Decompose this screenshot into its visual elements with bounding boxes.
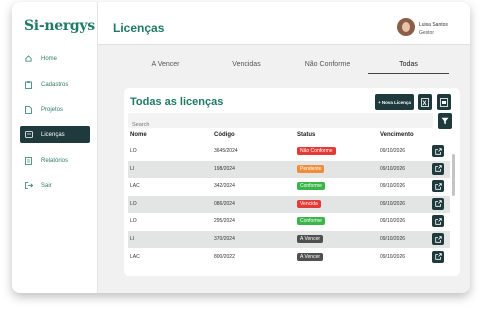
brand-logo: Si-nergys: [24, 18, 95, 34]
column-header-codigo: Código: [214, 132, 235, 138]
external-link-icon: [434, 218, 442, 225]
tab-vencidas[interactable]: Vencidas: [206, 60, 287, 74]
licenses-card: Todas as licenças + Nova Licença X Searc…: [124, 88, 460, 276]
table-row[interactable]: LAC 800/2022 A Vencer 09/10/2026: [128, 249, 450, 266]
sidebar-item-label: Relatórios: [41, 157, 69, 164]
open-license-button[interactable]: [432, 233, 444, 245]
cell-nome: LAC: [130, 253, 140, 260]
sidebar-item-label: Projetos: [41, 106, 64, 113]
scrollbar-thumb[interactable]: [452, 154, 455, 196]
cell-nome: LO: [130, 200, 137, 207]
cell-vencimento: 09/10/2026: [380, 165, 406, 172]
cell-vencimento: 09/10/2026: [380, 183, 406, 190]
user-name: Luisa Santos: [419, 22, 448, 28]
open-license-button[interactable]: [432, 215, 444, 228]
cell-nome: LI: [130, 236, 135, 242]
cell-codigo: 086/2024: [214, 200, 235, 207]
search-bar: [128, 113, 433, 133]
sidebar: Si-nergys Home Cadastros Projetos Licenças R…: [12, 2, 98, 293]
export-pdf-button[interactable]: [437, 94, 451, 110]
external-link-icon: [434, 235, 442, 243]
cell-vencimento: 09/10/2026: [380, 148, 406, 154]
app-window: Si-nergys Home Cadastros Projetos Licenças R…: [12, 2, 470, 293]
status-tabs: A Vencer Vencidas Não Conforme Todas: [125, 60, 449, 74]
external-link-icon: [434, 165, 442, 172]
cell-nome: LO: [130, 218, 137, 225]
open-license-button[interactable]: [432, 180, 444, 193]
new-license-button[interactable]: + Nova Licença: [375, 94, 414, 110]
table-row[interactable]: LI 370/2024 A Vencer 09/10/2026: [128, 231, 450, 248]
sidebar-item-home[interactable]: Home: [20, 50, 90, 67]
cell-vencimento: 09/10/2026: [380, 236, 406, 242]
column-header-nome: Nome: [130, 132, 147, 138]
avatar[interactable]: [397, 18, 415, 36]
column-header-vencimento: Vencimento: [380, 132, 414, 138]
sidebar-item-cadastros[interactable]: Cadastros: [20, 76, 90, 93]
export-excel-button[interactable]: X: [418, 94, 432, 110]
main-area: Licenças Luisa Santos Gestor A Vencer Ve…: [98, 2, 470, 293]
cell-nome: LO: [130, 148, 137, 154]
status-badge: A Vencer: [297, 252, 324, 261]
pdf-icon: [440, 97, 448, 107]
cell-codigo: 800/2022: [214, 253, 235, 260]
cell-nome: LI: [130, 165, 135, 172]
search-input[interactable]: [128, 117, 433, 133]
table-row[interactable]: LO 086/2024 Vencida 09/10/2026: [128, 195, 450, 213]
open-license-button[interactable]: [432, 162, 444, 175]
clipboard-icon: [25, 80, 35, 89]
top-bar: Licenças Luisa Santos Gestor: [98, 2, 470, 45]
open-license-button[interactable]: [432, 197, 444, 210]
cell-codigo: 370/2024: [214, 236, 235, 242]
sidebar-item-label: Licenças: [41, 131, 65, 138]
filter-button[interactable]: [438, 113, 452, 129]
cell-nome: LAC: [130, 183, 140, 190]
sidebar-item-sair[interactable]: Sair: [20, 177, 90, 194]
cell-codigo: 342/2024: [214, 183, 235, 190]
sidebar-item-licencas[interactable]: Licenças: [20, 126, 90, 143]
report-icon: [25, 156, 35, 165]
sidebar-item-projetos[interactable]: Projetos: [20, 101, 90, 118]
column-header-status: Status: [297, 132, 316, 138]
external-link-icon: [434, 200, 442, 207]
external-link-icon: [434, 147, 442, 155]
home-icon: [25, 55, 35, 62]
table-row[interactable]: LI 198/2024 Pendente 09/10/2026: [128, 160, 450, 178]
cell-vencimento: 09/10/2026: [380, 253, 406, 260]
card-title: Todas as licenças: [130, 96, 224, 108]
status-badge: A Vencer: [297, 235, 324, 243]
table-row[interactable]: LAC 342/2024 Conforme 09/10/2026: [128, 178, 450, 195]
page-title: Licenças: [113, 21, 165, 35]
status-badge: Pendente: [297, 164, 325, 173]
tab-nao-conforme[interactable]: Não Conforme: [287, 60, 368, 74]
table-row[interactable]: LO 3645/2024 Não Conforme 09/10/2026: [128, 143, 450, 160]
logout-icon: [25, 182, 35, 189]
open-license-button[interactable]: [432, 250, 444, 263]
excel-icon: X: [421, 97, 429, 107]
status-badge: Conforme: [297, 217, 325, 226]
cell-codigo: 3645/2024: [214, 148, 238, 154]
svg-text:X: X: [423, 101, 427, 107]
external-link-icon: [434, 253, 442, 260]
document-icon: [25, 105, 35, 114]
sidebar-item-relatorios[interactable]: Relatórios: [20, 152, 90, 169]
cell-codigo: 295/2024: [214, 218, 235, 225]
license-icon: [25, 131, 35, 138]
table-row[interactable]: LO 295/2024 Conforme 09/10/2026: [128, 213, 450, 230]
user-role: Gestor: [419, 30, 435, 36]
external-link-icon: [434, 182, 442, 190]
cell-vencimento: 09/10/2026: [380, 200, 406, 207]
sidebar-item-label: Cadastros: [41, 81, 69, 88]
cell-vencimento: 09/10/2026: [380, 218, 406, 225]
filter-icon: [441, 117, 449, 125]
sidebar-item-label: Home: [41, 55, 58, 62]
sidebar-item-label: Sair: [41, 182, 52, 189]
tab-todas[interactable]: Todas: [368, 60, 449, 74]
tab-a-vencer[interactable]: A Vencer: [125, 60, 206, 74]
status-badge: Conforme: [297, 182, 325, 191]
status-badge: Não Conforme: [297, 147, 336, 155]
cell-codigo: 198/2024: [214, 165, 235, 172]
status-badge: Vencida: [297, 199, 321, 208]
open-license-button[interactable]: [432, 145, 444, 157]
